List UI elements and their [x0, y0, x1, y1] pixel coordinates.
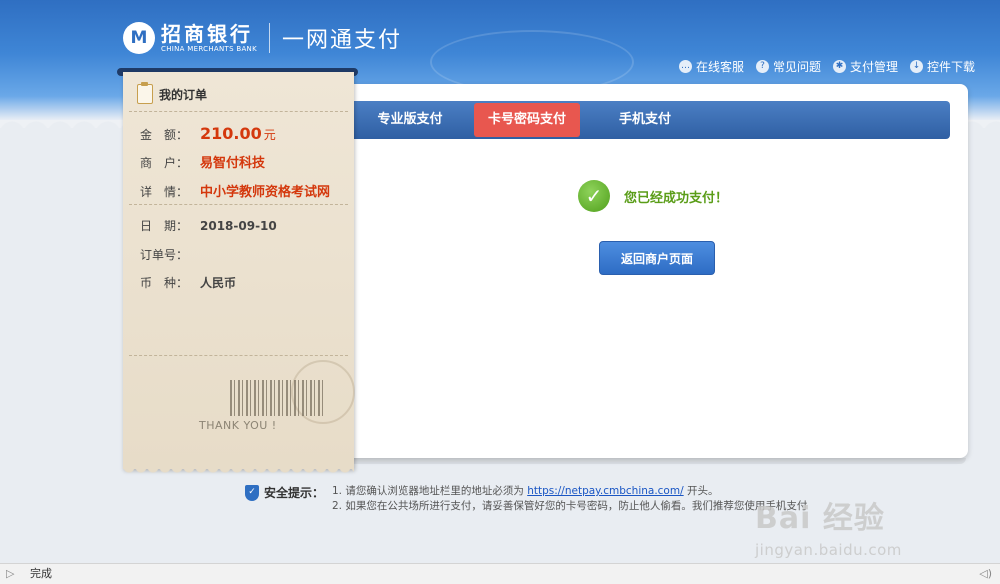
faq-label: 常见问题: [772, 60, 821, 74]
order-number-row: 订单号：: [140, 246, 200, 263]
merchant-label: 商 户：: [140, 156, 189, 170]
shield-icon: ✓: [245, 485, 259, 501]
question-icon: ?: [755, 60, 769, 73]
plugin-download-label: 控件下载: [926, 60, 975, 74]
merchant-value: 易智付科技: [200, 156, 266, 171]
download-icon: ↓: [909, 60, 923, 73]
detail-value: 中小学教师资格考试网: [200, 185, 331, 200]
gear-icon: ✱: [832, 60, 846, 73]
tip-line-1-prefix: 1. 请您确认浏览器地址栏里的地址必须为: [332, 485, 528, 497]
detail-row: 详 情： 中小学教师资格考试网: [140, 181, 330, 200]
return-to-merchant-button[interactable]: 返回商户页面: [599, 241, 715, 275]
thank-you-text: THANK YOU !: [199, 419, 277, 432]
order-header: 我的订单: [137, 82, 208, 104]
chat-icon: …: [678, 60, 692, 73]
success-message: ✓ 您已经成功支付！: [578, 180, 728, 212]
netpay-url-link[interactable]: https://netpay.cmbchina.com/: [527, 485, 683, 497]
currency-label: 币 种：: [140, 276, 189, 290]
security-tips: ✓ 安全提示： 1. 请您确认浏览器地址栏里的地址必须为 https://net…: [245, 484, 807, 514]
tip-line-1: 1. 请您确认浏览器地址栏里的地址必须为 https://netpay.cmbc…: [332, 484, 807, 499]
date-row: 日 期： 2018-09-10: [140, 217, 277, 234]
barcode: [230, 380, 326, 416]
logo-divider: [268, 23, 270, 53]
faq-link[interactable]: ? 常见问题: [755, 58, 821, 75]
date-value: 2018-09-10: [200, 219, 277, 233]
receipt-divider: [129, 355, 348, 356]
amount-value: 210.00: [200, 124, 262, 143]
payment-tabs: 专业版支付 卡号密码支付 手机支付: [330, 101, 950, 139]
date-label: 日 期：: [140, 219, 189, 233]
order-receipt: 我的订单 金 额： 210.00 元 商 户： 易智付科技 详 情： 中小学教师…: [123, 72, 355, 475]
bank-logo-icon: M: [123, 22, 155, 54]
amount-label: 金 额：: [140, 128, 189, 142]
receipt-torn-edge: [123, 467, 354, 475]
play-icon[interactable]: ▷: [6, 564, 14, 584]
order-title: 我的订单: [159, 87, 208, 102]
bank-name-en: CHINA MERCHANTS BANK: [161, 45, 257, 53]
panel-shadow: [336, 458, 966, 464]
watermark-main: Bai 经验: [755, 501, 885, 536]
status-text: 完成: [30, 567, 52, 580]
detail-label: 详 情：: [140, 185, 189, 199]
browser-status-bar: ▷ 完成 ◁): [0, 563, 1000, 584]
checkmark-icon: ✓: [578, 180, 610, 212]
bank-name-cn: 招商银行: [161, 22, 253, 46]
amount-unit: 元: [263, 128, 276, 142]
watermark-sub: jingyan.baidu.com: [755, 541, 902, 559]
online-service-link[interactable]: … 在线客服: [678, 58, 744, 75]
tab-card-password-payment[interactable]: 卡号密码支付: [474, 103, 580, 137]
tip-line-2: 2. 如果您在公共场所进行支付，请妥善保管好您的卡号密码，防止他人偷看。我们推荐…: [332, 500, 808, 512]
currency-value: 人民币: [200, 276, 237, 290]
currency-row: 币 种： 人民币: [140, 274, 236, 291]
tab-professional-payment[interactable]: 专业版支付: [360, 102, 460, 138]
order-number-label: 订单号：: [140, 248, 189, 262]
amount-row: 金 额： 210.00 元: [140, 124, 276, 143]
bank-name: 招商银行 CHINA MERCHANTS BANK: [161, 23, 257, 53]
bank-logo[interactable]: M 招商银行 CHINA MERCHANTS BANK 一网通支付: [123, 20, 402, 56]
payment-management-label: 支付管理: [849, 60, 898, 74]
payment-panel: 专业版支付 卡号密码支付 手机支付 ✓ 您已经成功支付！ 返回商户页面: [330, 84, 968, 458]
receipt-divider: [129, 111, 348, 112]
baidu-jingyan-watermark: Bai 经验 jingyan.baidu.com: [755, 493, 902, 559]
tip-line-1-suffix: 开头。: [683, 485, 719, 497]
top-links: … 在线客服 ? 常见问题 ✱ 支付管理 ↓ 控件下载: [678, 58, 975, 75]
tab-mobile-payment[interactable]: 手机支付: [600, 102, 690, 138]
success-text: 您已经成功支付！: [624, 190, 729, 206]
plugin-download-link[interactable]: ↓ 控件下载: [909, 58, 975, 75]
security-tips-title: 安全提示：: [264, 486, 325, 500]
online-service-label: 在线客服: [695, 60, 744, 74]
volume-icon[interactable]: ◁): [979, 564, 992, 584]
receipt-divider: [129, 204, 348, 205]
payment-management-link[interactable]: ✱ 支付管理: [832, 58, 898, 75]
security-tips-text: 1. 请您确认浏览器地址栏里的地址必须为 https://netpay.cmbc…: [332, 484, 807, 514]
clipboard-icon: [137, 82, 153, 104]
merchant-row: 商 户： 易智付科技: [140, 152, 265, 171]
service-title: 一网通支付: [281, 28, 402, 53]
